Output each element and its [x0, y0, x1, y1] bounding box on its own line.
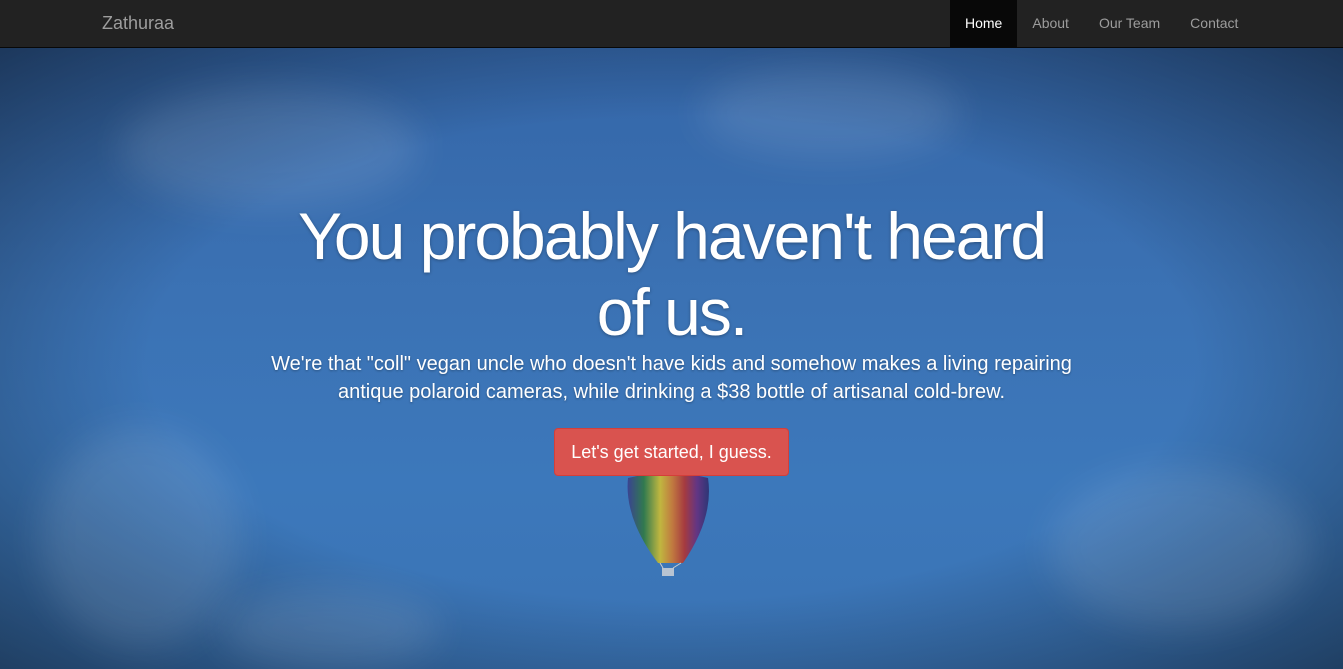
cloud — [700, 68, 960, 158]
hot-air-balloon-image — [627, 473, 709, 576]
nav-item-about[interactable]: About — [1017, 0, 1084, 47]
hero-content: You probably haven't heard of us. We're … — [0, 198, 1343, 476]
nav-item-our-team[interactable]: Our Team — [1084, 0, 1175, 47]
cloud — [120, 88, 420, 208]
cloud — [1050, 468, 1310, 628]
nav-menu: Home About Our Team Contact — [950, 0, 1253, 47]
cloud — [220, 588, 440, 668]
hero-title: You probably haven't heard of us. — [297, 199, 1047, 349]
brand-logo[interactable]: Zathuraa — [102, 0, 174, 47]
hero-section: You probably haven't heard of us. We're … — [0, 48, 1343, 669]
navbar: Zathuraa Home About Our Team Contact — [0, 0, 1343, 48]
nav-item-contact[interactable]: Contact — [1175, 0, 1253, 47]
nav-item-home[interactable]: Home — [950, 0, 1018, 47]
hero-subtitle: We're that "coll" vegan uncle who doesn'… — [271, 353, 1072, 403]
get-started-button[interactable]: Let's get started, I guess. — [554, 428, 789, 476]
